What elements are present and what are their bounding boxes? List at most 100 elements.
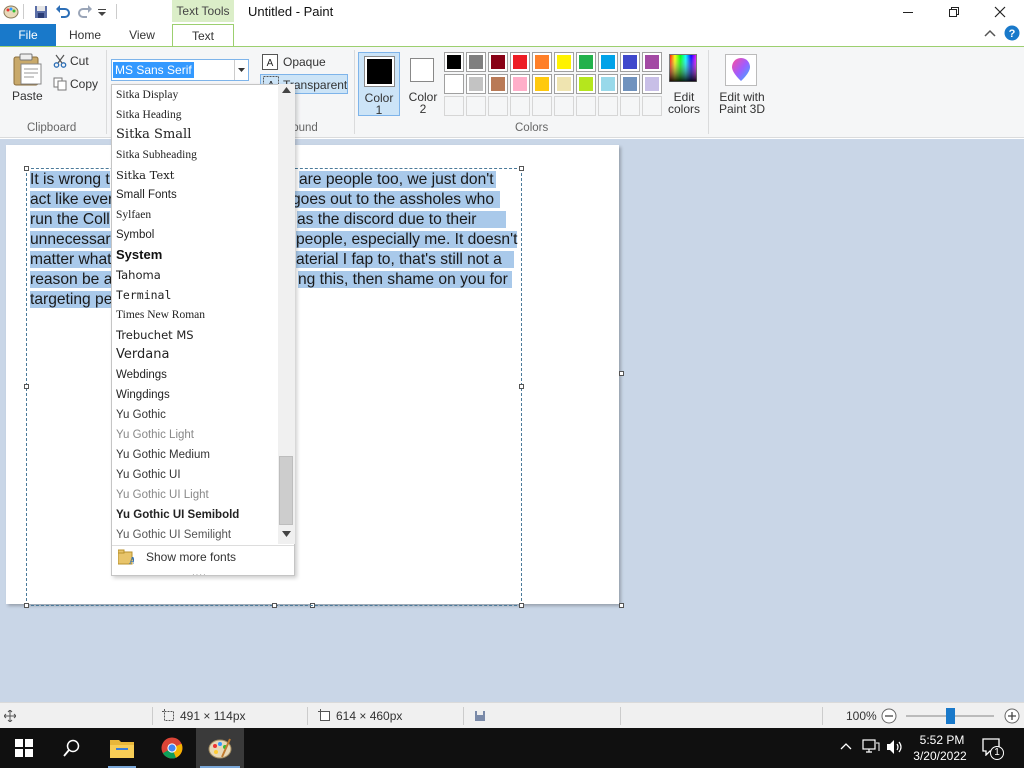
- font-list-item[interactable]: Verdana: [116, 345, 276, 365]
- scroll-down-icon[interactable]: [282, 531, 291, 537]
- font-list-item[interactable]: Wingdings: [116, 385, 276, 405]
- palette-swatch[interactable]: [444, 74, 464, 94]
- resize-grip-icon[interactable]: ····: [192, 570, 207, 579]
- palette-swatch[interactable]: [576, 74, 596, 94]
- font-list-item[interactable]: Sitka Subheading: [116, 145, 276, 165]
- tab-home[interactable]: Home: [60, 24, 110, 46]
- palette-swatch[interactable]: [510, 96, 530, 116]
- palette-swatch[interactable]: [576, 52, 596, 72]
- start-button[interactable]: [0, 728, 48, 768]
- zoom-in-icon[interactable]: [1004, 708, 1020, 724]
- minimize-button[interactable]: [885, 0, 931, 24]
- palette-swatch[interactable]: [510, 74, 530, 94]
- font-list-item[interactable]: Yu Gothic Medium: [116, 445, 276, 465]
- font-dropdown-arrow-icon[interactable]: [234, 60, 248, 80]
- scrollbar-thumb[interactable]: [279, 456, 293, 525]
- redo-icon[interactable]: [76, 3, 94, 21]
- font-list-item[interactable]: Sitka Small: [116, 125, 276, 145]
- color2-button[interactable]: Color 2: [404, 52, 442, 116]
- action-center-button[interactable]: 1: [982, 738, 1006, 760]
- textbox-handle[interactable]: [24, 384, 29, 389]
- font-list-item[interactable]: Sylfaen: [116, 205, 276, 225]
- save-icon[interactable]: [32, 3, 50, 21]
- palette-swatch[interactable]: [488, 96, 508, 116]
- font-list-item[interactable]: Terminal: [116, 285, 276, 305]
- font-family-input[interactable]: MS Sans Serif: [113, 62, 194, 78]
- network-icon[interactable]: [862, 739, 880, 755]
- tab-text[interactable]: Text: [172, 24, 234, 47]
- palette-swatch[interactable]: [466, 74, 486, 94]
- palette-swatch[interactable]: [444, 96, 464, 116]
- search-button[interactable]: [48, 728, 96, 768]
- tab-file[interactable]: File: [0, 24, 56, 46]
- chrome-taskbar-button[interactable]: [148, 728, 196, 768]
- palette-swatch[interactable]: [554, 96, 574, 116]
- palette-swatch[interactable]: [576, 96, 596, 116]
- palette-swatch[interactable]: [642, 74, 662, 94]
- palette-swatch[interactable]: [532, 74, 552, 94]
- show-hidden-icons-icon[interactable]: [840, 742, 852, 750]
- canvas-resize-handle-right[interactable]: [619, 371, 624, 376]
- edit-colors-button[interactable]: Edit colors: [666, 52, 702, 118]
- restore-button[interactable]: [931, 0, 977, 24]
- taskbar-date[interactable]: 3/20/2022: [908, 749, 972, 763]
- font-list-item[interactable]: Sitka Heading: [116, 105, 276, 125]
- textbox-handle[interactable]: [519, 603, 524, 608]
- palette-swatch[interactable]: [488, 52, 508, 72]
- collapse-ribbon-icon[interactable]: [984, 28, 996, 38]
- font-list-item[interactable]: Trebuchet MS: [116, 325, 276, 345]
- font-list-item[interactable]: Sitka Text: [116, 165, 276, 185]
- palette-swatch[interactable]: [466, 52, 486, 72]
- palette-swatch[interactable]: [642, 52, 662, 72]
- font-list-item[interactable]: Sitka Display: [116, 85, 276, 105]
- edit-with-paint3d-button[interactable]: Edit with Paint 3D: [714, 52, 770, 118]
- palette-swatch[interactable]: [532, 52, 552, 72]
- cut-button[interactable]: Cut: [53, 53, 101, 69]
- opaque-option[interactable]: A Opaque: [262, 53, 352, 71]
- palette-swatch[interactable]: [554, 74, 574, 94]
- font-list-item[interactable]: Yu Gothic UI Semilight: [116, 525, 276, 545]
- scroll-up-icon[interactable]: [282, 87, 291, 93]
- copy-button[interactable]: Copy: [53, 76, 101, 92]
- palette-swatch[interactable]: [444, 52, 464, 72]
- palette-swatch[interactable]: [620, 74, 640, 94]
- palette-swatch[interactable]: [510, 52, 530, 72]
- file-explorer-taskbar-button[interactable]: [98, 728, 146, 768]
- help-icon[interactable]: ?: [1004, 25, 1020, 41]
- taskbar-time[interactable]: 5:52 PM: [910, 733, 974, 747]
- font-list-item[interactable]: Times New Roman: [116, 305, 276, 325]
- font-list-item[interactable]: Yu Gothic Light: [116, 425, 276, 445]
- palette-swatch[interactable]: [620, 52, 640, 72]
- palette-swatch[interactable]: [598, 74, 618, 94]
- font-list-item[interactable]: Symbol: [116, 225, 276, 245]
- font-list-item[interactable]: Yu Gothic UI Light: [116, 485, 276, 505]
- palette-swatch[interactable]: [466, 96, 486, 116]
- palette-swatch[interactable]: [488, 74, 508, 94]
- textbox-handle[interactable]: [24, 166, 29, 171]
- font-list-item[interactable]: Webdings: [116, 365, 276, 385]
- palette-swatch[interactable]: [620, 96, 640, 116]
- palette-swatch[interactable]: [598, 96, 618, 116]
- palette-swatch[interactable]: [642, 96, 662, 116]
- palette-swatch[interactable]: [598, 52, 618, 72]
- font-list-item[interactable]: Small Fonts: [116, 185, 276, 205]
- palette-swatch[interactable]: [532, 96, 552, 116]
- canvas-resize-handle-corner[interactable]: [619, 603, 624, 608]
- tab-view[interactable]: View: [118, 24, 166, 46]
- textbox-handle[interactable]: [519, 384, 524, 389]
- textbox-handle[interactable]: [272, 603, 277, 608]
- color1-button[interactable]: Color 1: [358, 52, 400, 117]
- undo-icon[interactable]: [54, 3, 72, 21]
- paint-app-icon[interactable]: [2, 3, 20, 21]
- zoom-out-icon[interactable]: [881, 708, 897, 724]
- zoom-slider-thumb[interactable]: [946, 708, 955, 724]
- palette-swatch[interactable]: [554, 52, 574, 72]
- font-list-item[interactable]: Yu Gothic UI Semibold: [116, 505, 276, 525]
- textbox-handle[interactable]: [24, 603, 29, 608]
- volume-icon[interactable]: [886, 739, 904, 755]
- close-button[interactable]: [977, 0, 1023, 24]
- paint-taskbar-button[interactable]: [196, 728, 244, 768]
- font-list-item[interactable]: Yu Gothic: [116, 405, 276, 425]
- show-more-fonts-button[interactable]: A Show more fonts: [112, 546, 294, 568]
- font-list-item[interactable]: System: [116, 245, 276, 265]
